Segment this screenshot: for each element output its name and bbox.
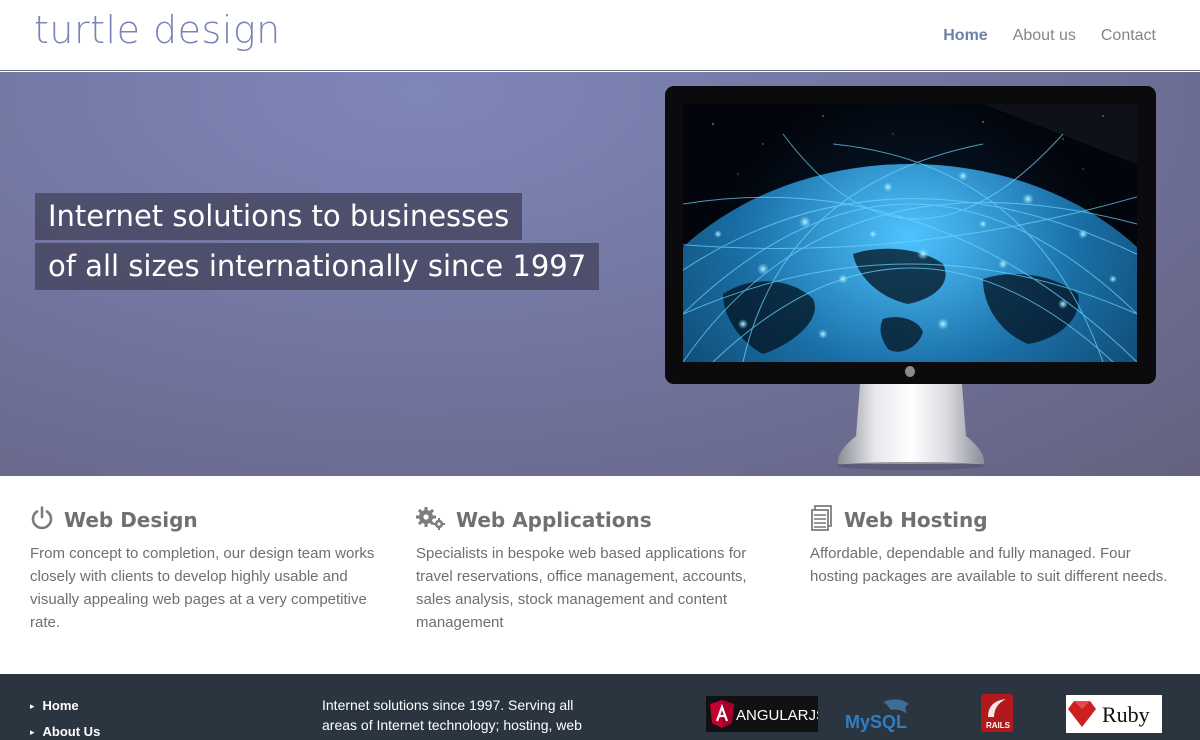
footer-description: Internet solutions since 1997. Serving a… bbox=[322, 697, 582, 733]
site-footer: Home About Us Internet solutions since 1… bbox=[0, 674, 1200, 740]
apple-logo-icon bbox=[905, 366, 915, 377]
server-icon bbox=[810, 504, 834, 536]
ruby-logo: Ruby bbox=[1066, 695, 1162, 733]
monitor-image bbox=[665, 86, 1156, 384]
footer-link-about-us[interactable]: About Us bbox=[30, 724, 101, 740]
service-web-applications: Web Applications Specialists in bespoke … bbox=[416, 506, 776, 634]
mysql-logo: MySQL bbox=[845, 699, 909, 732]
nav-home[interactable]: Home bbox=[943, 27, 987, 45]
service-web-design: Web Design From concept to completion, o… bbox=[30, 505, 390, 634]
svg-text:ANGULARJS: ANGULARJS bbox=[736, 707, 818, 724]
service-title: Web Applications bbox=[456, 508, 652, 532]
services-section: Web Design From concept to completion, o… bbox=[0, 476, 1200, 674]
service-description: From concept to completion, our design t… bbox=[30, 545, 375, 631]
gears-icon bbox=[416, 506, 446, 535]
hero-headline-line2: of all sizes internationally since 1997 bbox=[35, 243, 600, 290]
power-icon bbox=[30, 505, 54, 535]
hero-banner: Internet solutions to businesses of all … bbox=[0, 72, 1200, 476]
service-title: Web Design bbox=[64, 508, 198, 532]
globe-network-image bbox=[683, 104, 1137, 362]
svg-text:MySQL: MySQL bbox=[845, 712, 907, 732]
angularjs-logo: ANGULARJS bbox=[706, 696, 818, 732]
site-header: turtle design Home About us Contact bbox=[0, 0, 1200, 71]
main-nav: Home About us Contact bbox=[943, 27, 1156, 45]
monitor-stand bbox=[837, 384, 985, 470]
nav-about-us[interactable]: About us bbox=[1013, 27, 1076, 45]
svg-text:Ruby: Ruby bbox=[1102, 702, 1150, 727]
footer-links: Home About Us bbox=[30, 698, 101, 740]
service-title: Web Hosting bbox=[844, 508, 988, 532]
service-web-hosting: Web Hosting Affordable, dependable and f… bbox=[810, 504, 1170, 588]
svg-text:RAILS: RAILS bbox=[986, 721, 1011, 730]
hero-headline-line1: Internet solutions to businesses bbox=[35, 193, 523, 240]
site-logo[interactable]: turtle design bbox=[34, 8, 281, 52]
nav-contact[interactable]: Contact bbox=[1101, 27, 1156, 45]
service-description: Affordable, dependable and fully managed… bbox=[810, 545, 1168, 585]
service-description: Specialists in bespoke web based applica… bbox=[416, 545, 747, 631]
footer-link-home[interactable]: Home bbox=[30, 698, 100, 724]
rails-logo: RAILS bbox=[981, 694, 1013, 732]
